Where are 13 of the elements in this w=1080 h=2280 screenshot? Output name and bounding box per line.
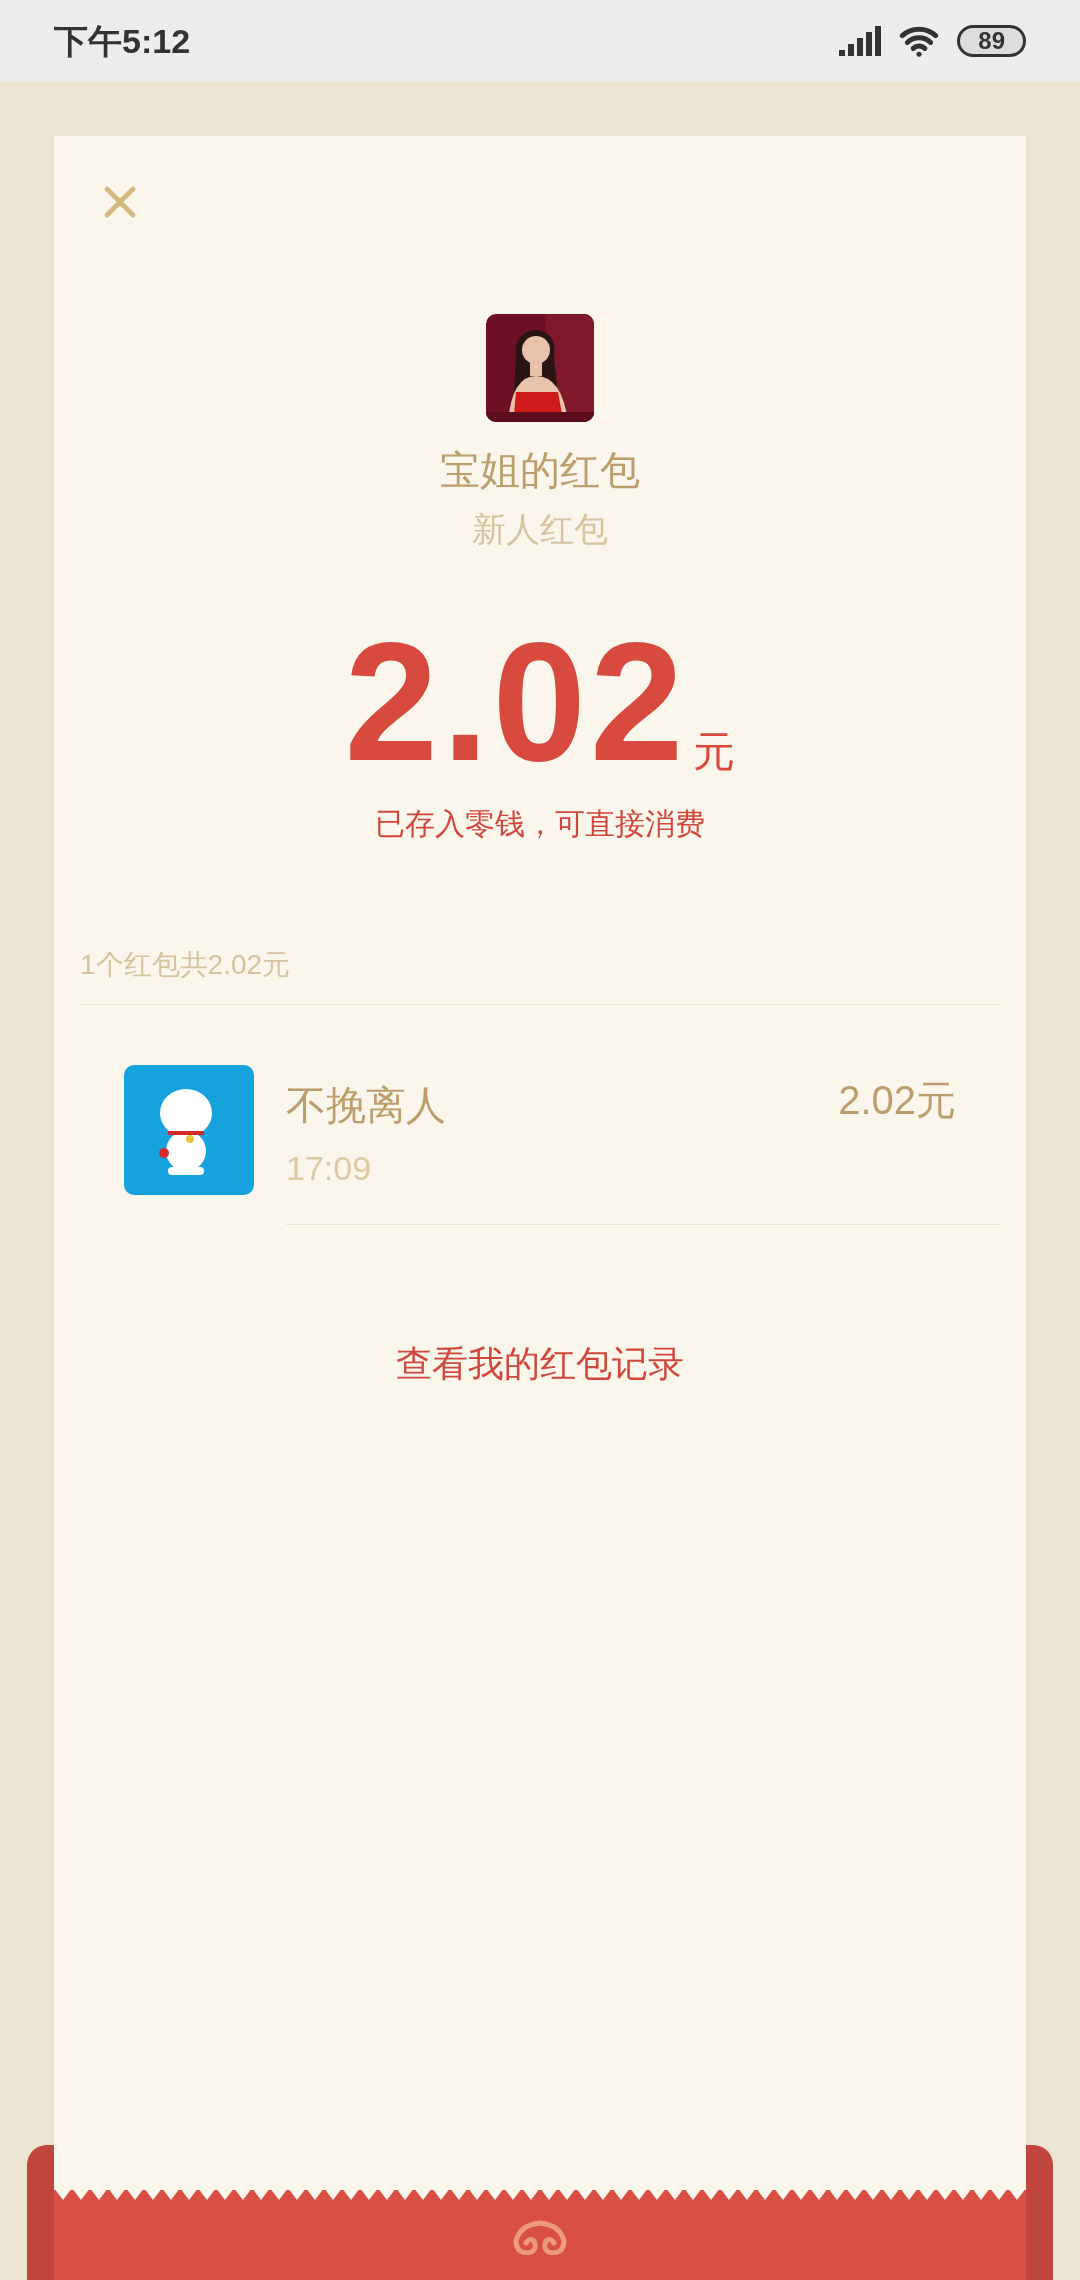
- records-link[interactable]: 查看我的红包记录: [396, 1337, 684, 1391]
- summary-text: 1个红包共2.02元: [80, 948, 292, 982]
- status-time: 下午5:12: [54, 20, 191, 62]
- record-amount: 2.02元: [838, 1077, 956, 1124]
- amount-note: 已存入零钱，可直接消费: [375, 806, 705, 842]
- signal-icon: [839, 26, 882, 56]
- amount-value: 2.02: [344, 627, 688, 777]
- record-time: 17:09: [286, 1148, 373, 1189]
- packet-subtitle: 新人红包: [472, 509, 608, 550]
- sender-title: 宝姐的红包: [440, 447, 640, 494]
- battery-indicator: 89: [957, 25, 1026, 57]
- record-name: 不挽离人: [286, 1082, 446, 1129]
- amount-unit: 元: [693, 727, 736, 777]
